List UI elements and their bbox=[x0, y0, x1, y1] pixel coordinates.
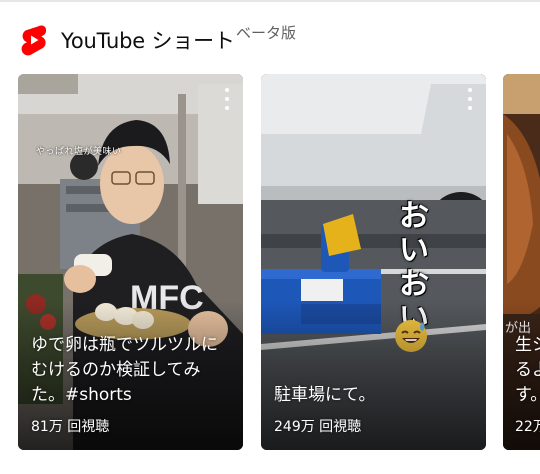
view-count: 22万 bbox=[515, 419, 540, 435]
short-title[interactable]: 生シ るよ す。 bbox=[515, 333, 540, 408]
view-count: 81万 回視聴 bbox=[31, 419, 110, 435]
short-title[interactable]: ゆで卵は瓶でツルツルにむけるのか検証してみた。#shorts bbox=[31, 333, 233, 408]
shelf-title: YouTube ショート bbox=[61, 29, 235, 53]
more-options-button[interactable] bbox=[221, 88, 233, 110]
top-divider bbox=[0, 0, 540, 2]
short-card-1[interactable]: MFC やっぱれ塩が美味い ゆで卵は瓶でツルツルにむけるのか検証してみた。#sh… bbox=[18, 74, 243, 450]
short-title[interactable]: 駐車場にて。 bbox=[274, 383, 476, 408]
shelf-header: YouTube ショート bbox=[20, 22, 235, 58]
short-card-2[interactable]: おいおい 駐車場にて。 249万 回視聴 bbox=[261, 74, 486, 450]
more-vert-icon bbox=[225, 88, 229, 92]
more-options-button[interactable] bbox=[464, 88, 476, 110]
more-vert-icon bbox=[225, 106, 229, 110]
shorts-shelf-page: YouTube ショート ベータ版 MFC やっぱれ塩が美味い ゆで卵は瓶でツル… bbox=[0, 0, 540, 474]
more-vert-icon bbox=[225, 97, 229, 101]
more-vert-icon bbox=[468, 106, 472, 110]
more-vert-icon bbox=[468, 97, 472, 101]
more-vert-icon bbox=[468, 88, 472, 92]
short-card-3[interactable]: が出 生シ るよ す。 22万 bbox=[503, 74, 540, 450]
view-count: 249万 回視聴 bbox=[274, 419, 362, 435]
video-overlay-caption: やっぱれ塩が美味い bbox=[36, 147, 122, 157]
youtube-shorts-logo-icon[interactable] bbox=[20, 24, 46, 56]
beta-badge: ベータ版 bbox=[236, 24, 297, 42]
